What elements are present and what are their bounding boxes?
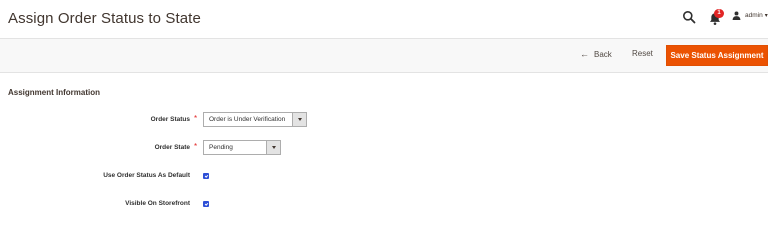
page-actions-bar: ← Back Reset Save Status Assignment [0,38,768,73]
user-icon [732,11,741,20]
section-title: Assignment Information [8,88,101,97]
user-name: admin [745,12,763,19]
search-icon[interactable] [682,10,696,24]
order-state-select[interactable]: Pending [203,140,281,155]
order-status-value: Order is Under Verification [209,116,286,123]
order-status-label: Order Status [150,116,190,123]
chevron-down-icon: ▾ [764,13,768,19]
admin-user-menu[interactable]: admin ▾ [732,11,768,20]
order-state-label: Order State [154,144,190,151]
use-default-label: Use Order Status As Default [103,172,190,179]
use-default-checkbox[interactable] [203,173,209,179]
visible-storefront-label: Visible On Storefront [125,200,190,207]
notification-badge: 1 [714,9,724,18]
order-status-select[interactable]: Order is Under Verification [203,112,307,127]
chevron-down-icon [266,141,280,154]
notifications-button[interactable]: 1 [708,9,726,26]
reset-button[interactable]: Reset [632,49,653,58]
back-button[interactable]: ← Back [580,49,612,59]
page-title: Assign Order Status to State [8,10,201,27]
back-button-label: Back [594,49,612,59]
order-state-value: Pending [209,144,233,151]
visible-storefront-checkbox[interactable] [203,201,209,207]
required-marker: * [194,142,198,151]
save-status-assignment-button[interactable]: Save Status Assignment [666,45,768,66]
chevron-down-icon [292,113,306,126]
arrow-left-icon: ← [580,49,589,59]
required-marker: * [194,114,198,123]
